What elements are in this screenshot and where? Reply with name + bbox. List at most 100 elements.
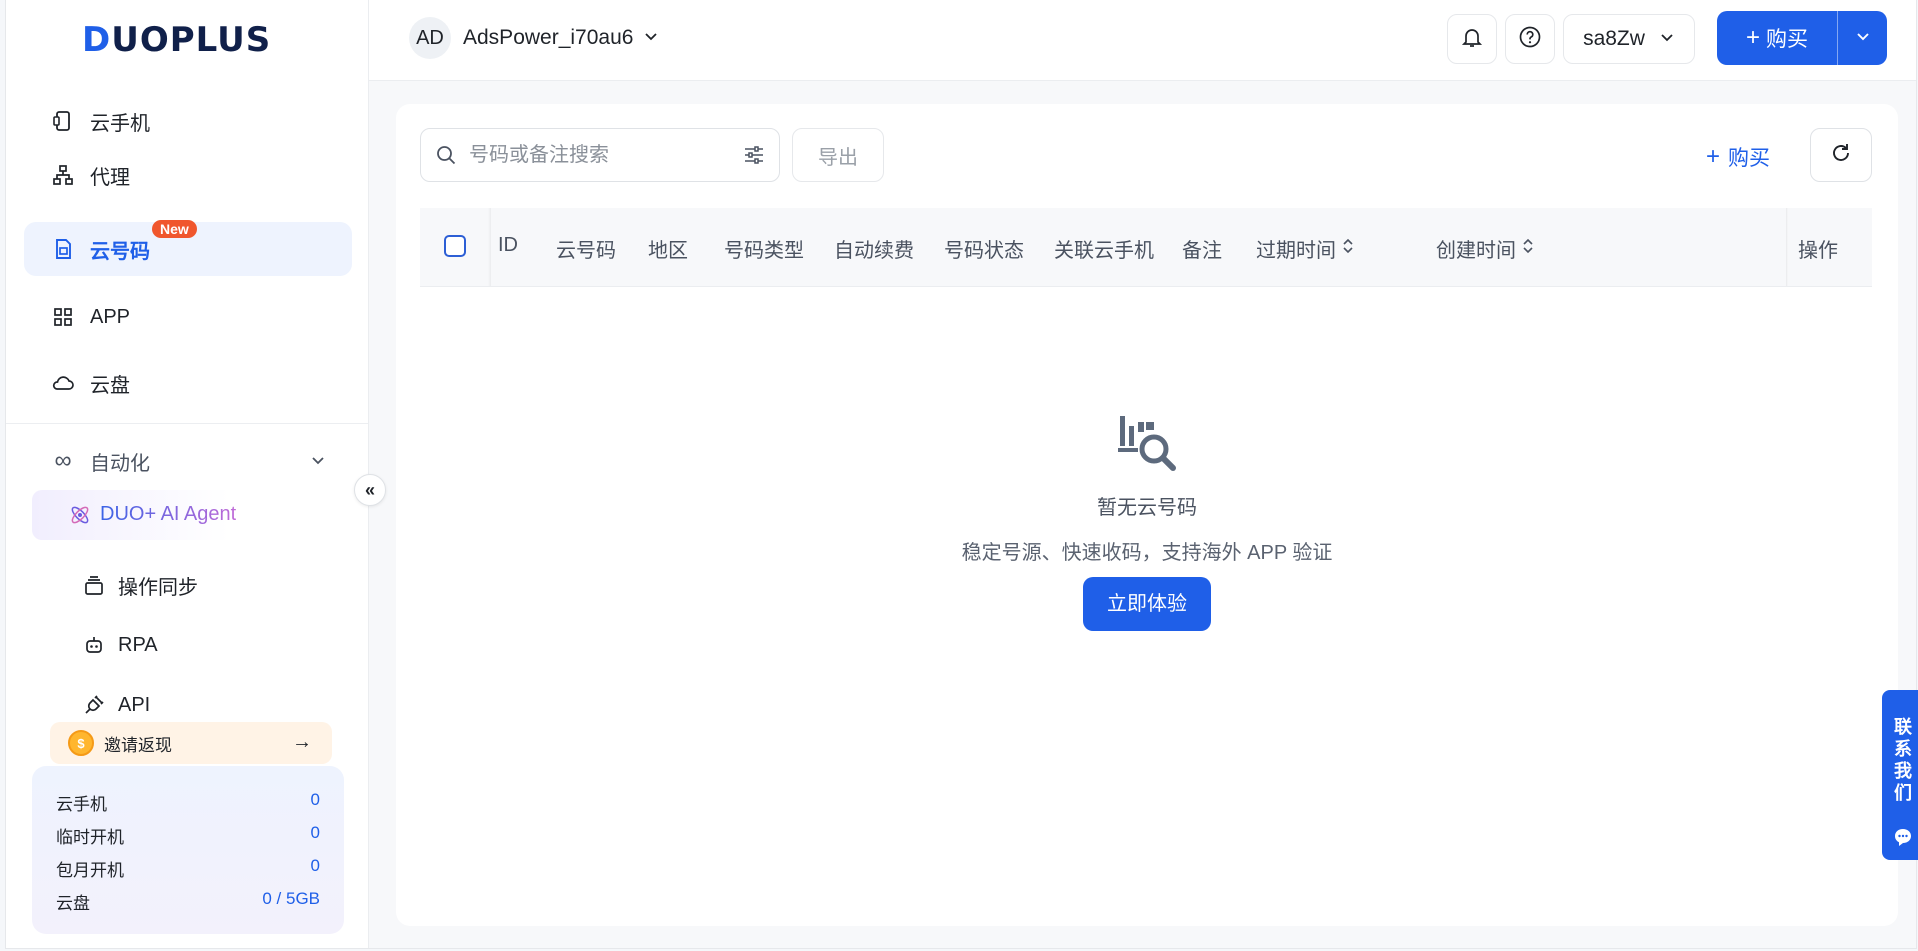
sidebar-item-label: 操作同步	[118, 576, 198, 599]
select-all-checkbox[interactable]	[444, 235, 466, 257]
filter-icon[interactable]	[743, 144, 765, 166]
stat-label: 包月开机	[56, 861, 124, 880]
sidebar-group-automation[interactable]: ∞ 自动化	[24, 434, 352, 488]
sidebar-item-label: RPA	[118, 633, 158, 656]
stat-row-temp-boot: 临时开机 0	[56, 823, 320, 848]
buy-label: 购买	[1766, 28, 1808, 51]
search-input[interactable]	[467, 142, 731, 168]
column-header-expire-time[interactable]: 过期时间	[1256, 234, 1354, 263]
column-header-auto-renew: 自动续费	[834, 240, 914, 262]
invite-label: 邀请返现	[104, 735, 172, 755]
stat-value: 0	[310, 823, 320, 842]
sim-card-icon	[50, 236, 76, 262]
stat-row-cloud-phone: 云手机 0	[56, 790, 320, 815]
column-header-region: 地区	[648, 240, 688, 262]
chat-icon	[1892, 826, 1914, 853]
chevron-down-icon	[1855, 28, 1871, 49]
empty-search-icon	[1116, 414, 1178, 477]
network-icon	[50, 162, 76, 188]
try-now-button[interactable]: 立即体验	[1083, 577, 1211, 631]
layers-icon	[82, 573, 106, 597]
chevron-down-icon	[643, 28, 659, 49]
empty-state: 暂无云号码 稳定号源、快速收码，支持海外 APP 验证 立即体验	[396, 414, 1898, 631]
sidebar-item-cloud-number[interactable]: 云号码 New	[24, 220, 352, 276]
sidebar-item-cloud-disk[interactable]: 云盘	[24, 356, 352, 410]
top-bar: AD AdsPower_i70au6 sa8Zw + 购买	[369, 0, 1916, 81]
sidebar-item-label: 云盘	[90, 374, 130, 397]
stat-row-cloud-disk: 云盘 0 / 5GB	[56, 889, 320, 914]
sidebar-item-ai-agent[interactable]: DUO+ AI Agent	[32, 490, 314, 540]
empty-subtitle: 稳定号源、快速收码，支持海外 APP 验证	[961, 542, 1333, 564]
refresh-button[interactable]	[1810, 128, 1872, 182]
plug-icon	[82, 693, 106, 717]
sort-icon	[1342, 237, 1354, 261]
cloud-number-card: 导出 + 购买 ID 云号码 地区 号码类型 自动续费 号码状态 关联云手机 备…	[396, 104, 1898, 926]
stat-label: 云手机	[56, 795, 107, 814]
new-badge: New	[152, 220, 197, 238]
workspace-switcher[interactable]: AD AdsPower_i70au6	[409, 17, 659, 59]
sidebar-item-cloud-phone[interactable]: 云手机	[24, 94, 352, 148]
help-button[interactable]	[1505, 14, 1555, 64]
fixed-column-shadow	[488, 208, 491, 286]
stat-label: 云盘	[56, 894, 90, 913]
sidebar-item-app[interactable]: APP	[24, 290, 352, 344]
sidebar: DUOPLUS 云手机 代理 云号码 New APP 云盘 ∞ 自动化 DUO+…	[6, 0, 369, 948]
export-button[interactable]: 导出	[792, 128, 884, 182]
column-header-remark: 备注	[1182, 240, 1222, 262]
sidebar-item-proxy[interactable]: 代理	[24, 148, 352, 202]
sidebar-group-label: 自动化	[90, 452, 150, 475]
coin-icon: $	[68, 730, 94, 756]
refresh-icon	[1829, 141, 1853, 170]
column-header-actions: 操作	[1798, 240, 1838, 262]
invite-cashback-banner[interactable]: $ 邀请返现 →	[50, 722, 332, 764]
sort-icon	[1522, 237, 1534, 261]
add-buy-button[interactable]: + 购买	[1706, 142, 1770, 172]
user-menu[interactable]: sa8Zw	[1563, 14, 1695, 64]
buy-split-button[interactable]: + 购买	[1717, 11, 1887, 65]
stat-value: 0	[310, 856, 320, 875]
sidebar-item-label: 代理	[90, 166, 130, 189]
plus-icon: +	[1706, 143, 1721, 170]
sidebar-item-rpa[interactable]: RPA	[54, 620, 158, 670]
robot-icon	[82, 633, 106, 657]
stat-row-monthly-boot: 包月开机 0	[56, 856, 320, 881]
buy-button[interactable]: + 购买	[1717, 23, 1837, 53]
stat-value: 0 / 5GB	[262, 889, 320, 908]
notifications-button[interactable]	[1447, 14, 1497, 64]
plus-icon: +	[1745, 24, 1760, 51]
help-icon	[1518, 25, 1542, 54]
column-header-label: 过期时间	[1256, 240, 1336, 262]
app-frame: DUOPLUS 云手机 代理 云号码 New APP 云盘 ∞ 自动化 DUO+…	[5, 0, 1918, 949]
column-header-create-time[interactable]: 创建时间	[1436, 234, 1534, 263]
column-header-number-type: 号码类型	[724, 240, 804, 262]
atom-icon	[68, 503, 92, 532]
bell-icon	[1461, 26, 1483, 53]
sidebar-item-operation-sync[interactable]: 操作同步	[54, 560, 198, 610]
infinity-icon: ∞	[54, 447, 72, 474]
empty-title: 暂无云号码	[1097, 497, 1197, 519]
sidebar-item-label: APP	[90, 305, 131, 328]
sidebar-item-label: DUO+ AI Agent	[100, 503, 237, 525]
buy-label: 购买	[1728, 147, 1771, 170]
stat-value: 0	[310, 790, 320, 809]
column-header-number-status: 号码状态	[944, 240, 1024, 262]
contact-us-tab[interactable]: 联系我们	[1882, 690, 1918, 860]
username: sa8Zw	[1583, 27, 1645, 50]
collapse-sidebar-button[interactable]: «	[354, 474, 386, 506]
chevron-down-icon	[1659, 29, 1675, 50]
cloud-icon	[50, 370, 76, 396]
phone-icon	[50, 108, 76, 134]
contact-us-label: 联系我们	[1894, 717, 1912, 803]
sidebar-item-label: 云号码	[90, 240, 150, 263]
search-box[interactable]	[420, 128, 780, 182]
buy-dropdown-button[interactable]	[1838, 28, 1887, 49]
chevron-down-icon	[310, 451, 326, 474]
sidebar-divider	[6, 423, 368, 424]
usage-stats-panel: 云手机 0 临时开机 0 包月开机 0 云盘 0 / 5GB	[32, 766, 344, 934]
workspace-avatar: AD	[409, 17, 451, 59]
search-icon	[435, 144, 457, 166]
column-header-linked-phone: 关联云手机	[1054, 240, 1154, 262]
column-header-cloud-number: 云号码	[556, 240, 616, 262]
column-header-id: ID	[498, 234, 518, 256]
column-header-label: 创建时间	[1436, 240, 1516, 262]
